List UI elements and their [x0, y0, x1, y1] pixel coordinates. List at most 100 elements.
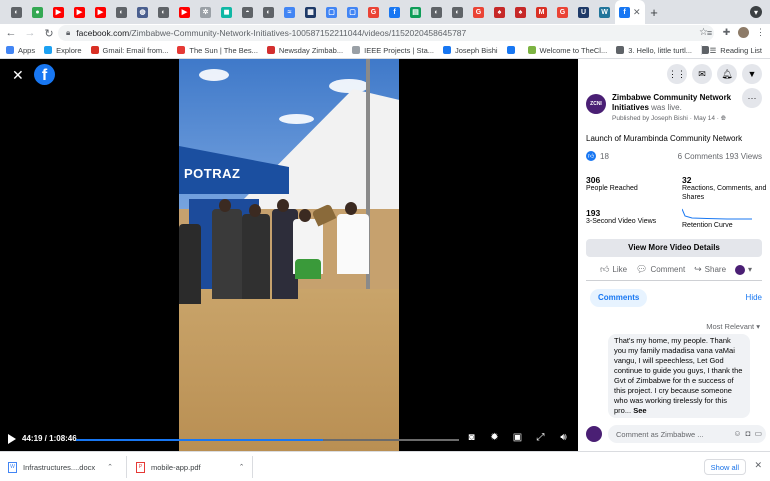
- tab-bookmark-red[interactable]: ♠: [489, 0, 510, 24]
- bookmark-item[interactable]: Apps: [6, 46, 35, 55]
- published-by[interactable]: Published by Joseph Bishi: [612, 115, 688, 122]
- profile-avatar[interactable]: [738, 27, 749, 38]
- tab-chrome[interactable]: ◐: [447, 0, 468, 24]
- tab-chrome[interactable]: ◐: [6, 0, 27, 24]
- tab-active-facebook[interactable]: f ✕: [615, 0, 645, 24]
- view-more-details-button[interactable]: View More Video Details: [586, 238, 762, 257]
- new-tab-button[interactable]: +: [645, 5, 663, 20]
- show-all-downloads-button[interactable]: Show all: [703, 459, 746, 475]
- bookmark-item[interactable]: 3. Hello, little turtl...: [616, 46, 692, 55]
- close-shelf-icon[interactable]: ✕: [754, 460, 762, 471]
- tab-ut[interactable]: U: [573, 0, 594, 24]
- like-count[interactable]: 18: [600, 152, 609, 161]
- bookmark-item[interactable]: Explore: [44, 46, 82, 55]
- like-reaction-icon[interactable]: 👍︎: [586, 151, 596, 161]
- comment-button[interactable]: 💬︎ Comment: [636, 263, 685, 277]
- back-button[interactable]: ←: [3, 27, 19, 39]
- hide-comments-link[interactable]: Hide: [746, 293, 762, 302]
- volume-icon[interactable]: 🔊︎: [557, 432, 570, 443]
- bookmark-item[interactable]: IEEE Projects | Sta...: [352, 46, 434, 55]
- comment-input[interactable]: Comment as Zimbabwe ... ☺ ◘ ▭: [608, 425, 766, 443]
- account-dropdown-icon[interactable]: ▼: [742, 64, 762, 84]
- page-name[interactable]: Zimbabwe Community Network Initiatives w…: [612, 93, 734, 113]
- download-item[interactable]: W Infrastructures....docx ⌃: [8, 452, 113, 481]
- tab-chrome[interactable]: ◐: [258, 0, 279, 24]
- facebook-icon: f: [619, 6, 630, 18]
- tab-frame[interactable]: ▢: [321, 0, 342, 24]
- chevron-up-icon[interactable]: ⌃: [239, 463, 245, 471]
- like-button[interactable]: 👍︎ Like: [600, 263, 627, 277]
- globe-icon: ◍: [137, 6, 148, 18]
- tab-google[interactable]: G: [363, 0, 384, 24]
- address-bar[interactable]: 🔒︎ facebook.com/Zimbabwe-Community-Netwo…: [58, 25, 714, 41]
- reading-list-button[interactable]: ☰ Reading List: [700, 45, 762, 55]
- facebook-logo-icon[interactable]: f: [34, 64, 55, 85]
- captions-icon[interactable]: ◙: [465, 432, 478, 443]
- page-avatar[interactable]: ZCNI: [586, 94, 606, 114]
- video-details-panel: ⋮⋮ ✉ 🔔︎ ▼ ZCNI Zimbabwe Community Networ…: [578, 59, 770, 451]
- bookmark-item[interactable]: Joseph Bishi: [443, 46, 498, 55]
- pdf-icon: P: [136, 461, 145, 473]
- tab-bookmark-red[interactable]: ♠: [510, 0, 531, 24]
- tab-gmail[interactable]: M: [531, 0, 552, 24]
- notifications-icon[interactable]: 🔔︎: [717, 64, 737, 84]
- extensions-icon[interactable]: ✚: [721, 27, 732, 38]
- picture-in-picture-icon[interactable]: ▣: [511, 432, 524, 443]
- chevron-up-icon[interactable]: ⌃: [107, 463, 113, 471]
- more-options-button[interactable]: ···: [742, 88, 762, 108]
- close-icon[interactable]: ✕: [12, 67, 24, 84]
- bookmark-item[interactable]: The Sun | The Bes...: [177, 46, 258, 55]
- tab-youtube[interactable]: ▶: [174, 0, 195, 24]
- menu-grid-icon[interactable]: ⋮⋮: [667, 64, 687, 84]
- bookmark-item[interactable]: Gmail: Email from...: [90, 46, 168, 55]
- emoji-icon[interactable]: ☺: [733, 429, 741, 438]
- post-as-selector[interactable]: ▾: [734, 263, 752, 277]
- comment-sort-dropdown[interactable]: Most Relevant ▾: [706, 322, 760, 331]
- see-more-link[interactable]: See: [633, 406, 646, 415]
- tab-youtube[interactable]: ▶: [69, 0, 90, 24]
- tab-google[interactable]: G: [468, 0, 489, 24]
- tab-hat[interactable]: ◓: [237, 0, 258, 24]
- forward-button[interactable]: →: [22, 27, 38, 39]
- gif-icon[interactable]: ▭: [754, 429, 762, 438]
- tab-youtube[interactable]: ▶: [48, 0, 69, 24]
- reload-button[interactable]: ↻: [41, 27, 57, 40]
- tab-sheets[interactable]: ▤: [405, 0, 426, 24]
- settings-icon[interactable]: ✹: [488, 432, 501, 443]
- share-button[interactable]: ↪ Share: [694, 263, 726, 277]
- sort-label: Most Relevant: [706, 322, 755, 331]
- tab-chrome[interactable]: ◐: [153, 0, 174, 24]
- stat-label: Reactions, Comments, and Shares: [682, 185, 767, 201]
- tab-facebook[interactable]: f: [384, 0, 405, 24]
- play-icon[interactable]: [8, 434, 16, 444]
- tab-youtube[interactable]: ▶: [90, 0, 111, 24]
- progress-bar[interactable]: [76, 439, 459, 441]
- tab-search-button[interactable]: ▾: [750, 6, 762, 18]
- tab-wave[interactable]: ≈: [279, 0, 300, 24]
- fullscreen-icon[interactable]: ⤢: [534, 432, 547, 443]
- messenger-icon[interactable]: ✉: [692, 64, 712, 84]
- tab-green-app[interactable]: ●: [27, 0, 48, 24]
- comments-count[interactable]: 6 Comments: [678, 152, 723, 161]
- person-white: [337, 214, 369, 274]
- comments-tab[interactable]: Comments: [590, 288, 648, 307]
- tab-news[interactable]: ▦: [300, 0, 321, 24]
- tab-chrome[interactable]: ◐: [426, 0, 447, 24]
- bookmark-item[interactable]: [506, 46, 519, 54]
- camera-icon[interactable]: ◘: [746, 429, 751, 438]
- bookmark-item[interactable]: Welcome to TheCl...: [527, 46, 607, 55]
- tab-chrome[interactable]: ◐: [111, 0, 132, 24]
- download-item[interactable]: P mobile-app.pdf ⌃: [136, 452, 245, 481]
- post-date[interactable]: May 14: [694, 115, 715, 122]
- close-tab-icon[interactable]: ✕: [633, 7, 641, 18]
- media-control-icon[interactable]: ≡: [704, 27, 715, 38]
- tab-frame[interactable]: ▢: [342, 0, 363, 24]
- tab-google[interactable]: G: [552, 0, 573, 24]
- video-player[interactable]: ✕ f POTRAZ 44:19 / 1:08:46 ◙ ✹ ▣ ⤢ 🔊︎: [0, 59, 578, 451]
- menu-icon[interactable]: ⋮: [755, 27, 766, 38]
- tab-wordpress[interactable]: W: [594, 0, 615, 24]
- tab-settings[interactable]: ✲: [195, 0, 216, 24]
- tab-teal-app[interactable]: ◼: [216, 0, 237, 24]
- bookmark-item[interactable]: Newsday Zimbab...: [266, 46, 343, 55]
- tab-globe[interactable]: ◍: [132, 0, 153, 24]
